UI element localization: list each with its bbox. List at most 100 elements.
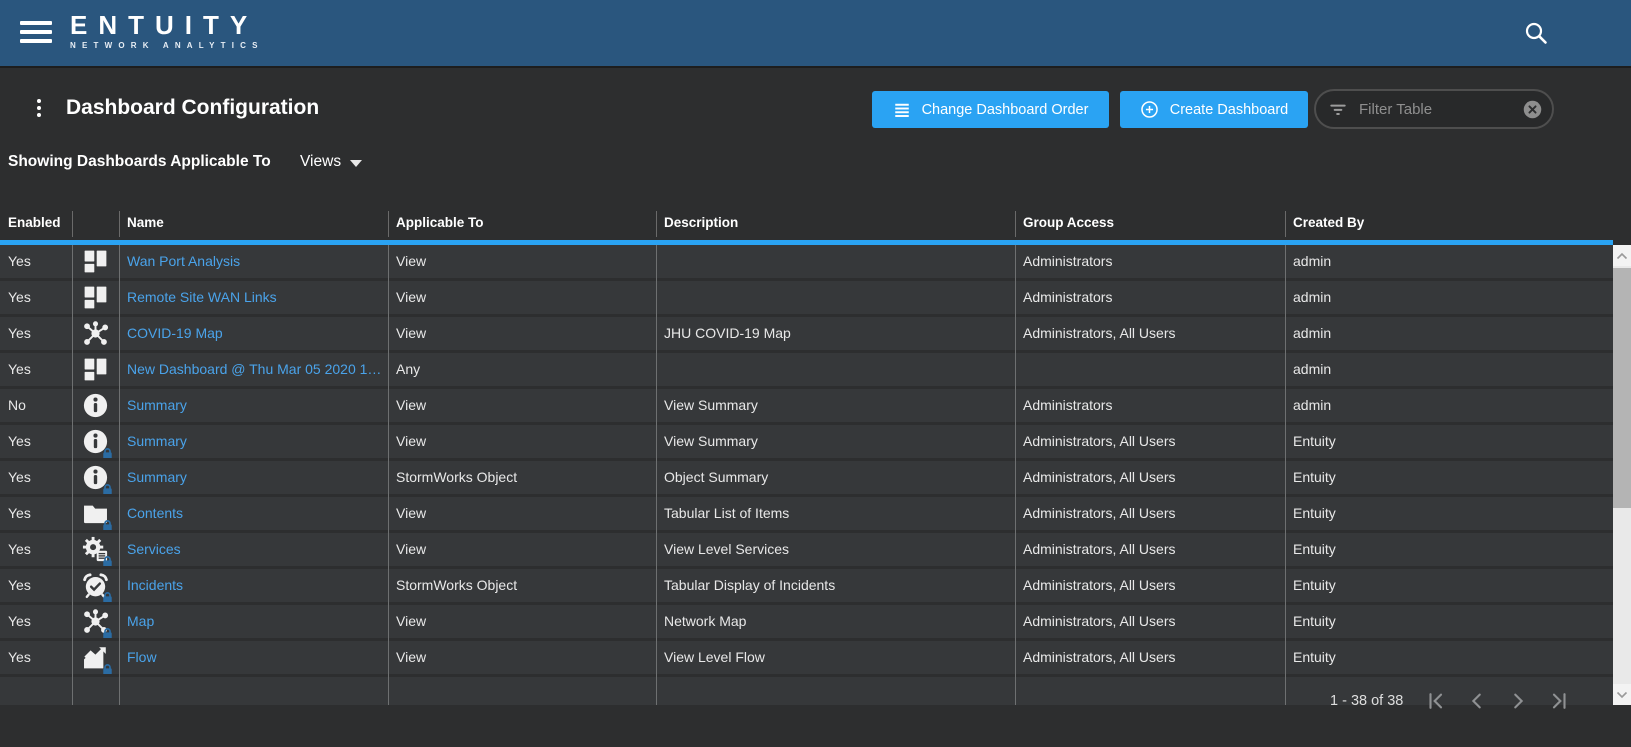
- cell-group-access: Administrators, All Users: [1023, 325, 1176, 341]
- last-page-icon[interactable]: [1548, 690, 1570, 712]
- map-icon: [81, 607, 112, 638]
- dashboard-link[interactable]: Contents: [119, 497, 388, 530]
- applicable-to-selected: Views: [300, 153, 342, 170]
- cell-enabled: Yes: [8, 253, 31, 269]
- column-divider: [656, 245, 657, 705]
- dashboard-link[interactable]: Incidents: [119, 569, 388, 602]
- scroll-up-button[interactable]: [1613, 245, 1631, 266]
- cell-enabled: Yes: [8, 433, 31, 449]
- dashboard-link[interactable]: Summary: [119, 425, 388, 458]
- cell-enabled: Yes: [8, 613, 31, 629]
- cell-created-by: admin: [1293, 289, 1332, 305]
- cell-empty: [1015, 677, 1285, 705]
- cell-applicable-to: View: [396, 325, 427, 341]
- cell-empty: [656, 677, 1015, 705]
- table-row: Yes Wan Port Analysis View Administrators ad…: [0, 245, 1613, 278]
- pagination-range: 1 - 38 of 38: [1330, 693, 1404, 709]
- column-header-description[interactable]: Description: [656, 215, 1015, 230]
- create-dashboard-button[interactable]: Create Dashboard: [1120, 91, 1308, 128]
- map-icon: [81, 319, 110, 348]
- column-divider: [388, 245, 389, 705]
- cell-empty: [388, 677, 656, 705]
- cell-applicable-to: StormWorks Object: [396, 469, 518, 485]
- dashboard-link[interactable]: Summary: [119, 389, 388, 422]
- lock-icon: [101, 447, 114, 458]
- cell-icon: [72, 569, 119, 602]
- lock-icon: [101, 519, 114, 530]
- change-dashboard-order-button[interactable]: Change Dashboard Order: [872, 91, 1109, 128]
- flow-icon: [81, 643, 112, 674]
- cell-icon: [72, 497, 119, 530]
- cell-applicable-to: Any: [396, 361, 421, 377]
- table-row: Yes Incidents StormWorks Object Tabular Dis…: [0, 569, 1613, 602]
- table-row: Yes Contents View Tabular List of Items Admi…: [0, 497, 1613, 530]
- page-title: Dashboard Configuration: [66, 96, 320, 119]
- column-header-group-access[interactable]: Group Access: [1015, 215, 1285, 230]
- column-divider: [119, 245, 120, 705]
- filter-table-input[interactable]: [1357, 99, 1522, 119]
- search-icon[interactable]: [1523, 20, 1549, 46]
- dashboard-link[interactable]: Flow: [119, 641, 388, 674]
- cell-applicable-to: View: [396, 289, 427, 305]
- create-dashboard-label: Create Dashboard: [1169, 101, 1289, 118]
- column-header-enabled[interactable]: Enabled: [0, 215, 72, 230]
- scrollbar-thumb[interactable]: [1613, 268, 1631, 508]
- cell-created-by: Entuity: [1293, 649, 1336, 665]
- cell-applicable-to: StormWorks Object: [396, 577, 518, 593]
- scroll-down-button[interactable]: [1613, 684, 1631, 705]
- cell-description: [656, 245, 1015, 278]
- page-menu-icon[interactable]: [33, 99, 45, 125]
- table-row: Yes Services View View Level Services Admini…: [0, 533, 1613, 566]
- cell-description: View Summary: [664, 397, 758, 413]
- cell-group-access: Administrators, All Users: [1023, 577, 1176, 593]
- filter-icon: [1330, 104, 1346, 115]
- cell-description: Network Map: [664, 613, 747, 629]
- logo-title: ENTUITY: [70, 10, 259, 40]
- column-divider: [72, 211, 73, 237]
- dashboard-link[interactable]: New Dashboard @ Thu Mar 05 2020 1…: [119, 353, 388, 386]
- dashboard-link[interactable]: Summary: [119, 461, 388, 494]
- table-row: No Summary View View Summary Administrators a…: [0, 389, 1613, 422]
- dashboard-link[interactable]: Wan Port Analysis: [119, 245, 388, 278]
- cell-created-by: Entuity: [1293, 577, 1336, 593]
- cell-created-by: admin: [1293, 361, 1332, 377]
- folder-icon: [81, 499, 112, 530]
- chevron-down-icon: [350, 159, 363, 167]
- cell-created-by: Entuity: [1293, 541, 1336, 557]
- cell-description: [656, 281, 1015, 314]
- dashboard-link[interactable]: COVID-19 Map: [119, 317, 388, 350]
- table-row: Yes Map View Network Map Administrators, All…: [0, 605, 1613, 638]
- table-row: Yes Flow View View Level Flow Administrators…: [0, 641, 1613, 674]
- menu-icon[interactable]: [20, 21, 52, 47]
- applicable-to-dropdown[interactable]: Views: [300, 153, 363, 171]
- cell-applicable-to: View: [396, 397, 427, 413]
- vertical-scrollbar[interactable]: [1613, 245, 1631, 705]
- column-header-name[interactable]: Name: [119, 215, 388, 230]
- dashboard-link[interactable]: Services: [119, 533, 388, 566]
- dashboard-icon: [81, 283, 110, 312]
- cell-created-by: Entuity: [1293, 613, 1336, 629]
- column-header-created-by[interactable]: Created By: [1285, 215, 1613, 230]
- lock-icon: [101, 591, 114, 602]
- pagination: 1 - 38 of 38: [1330, 686, 1570, 716]
- cell-description: View Level Services: [664, 541, 790, 557]
- cell-icon: [72, 605, 119, 638]
- reorder-icon: [894, 103, 909, 117]
- info-icon: [81, 391, 110, 420]
- column-divider: [1015, 245, 1016, 705]
- cell-group-access: Administrators, All Users: [1023, 541, 1176, 557]
- cell-enabled: Yes: [8, 469, 31, 485]
- dashboard-icon: [81, 247, 110, 276]
- logo-subtitle: NETWORK ANALYTICS: [70, 41, 264, 50]
- dashboard-link[interactable]: Remote Site WAN Links: [119, 281, 388, 314]
- column-divider: [1285, 245, 1286, 705]
- clear-filter-icon[interactable]: [1522, 99, 1543, 120]
- cell-enabled: Yes: [8, 289, 31, 305]
- next-page-icon[interactable]: [1507, 690, 1529, 712]
- column-header-applicable-to[interactable]: Applicable To: [388, 215, 656, 230]
- first-page-icon[interactable]: [1425, 690, 1447, 712]
- dashboard-link[interactable]: Map: [119, 605, 388, 638]
- cell-group-access: Administrators: [1023, 397, 1113, 413]
- plus-circle-icon: [1140, 101, 1158, 118]
- previous-page-icon[interactable]: [1466, 690, 1488, 712]
